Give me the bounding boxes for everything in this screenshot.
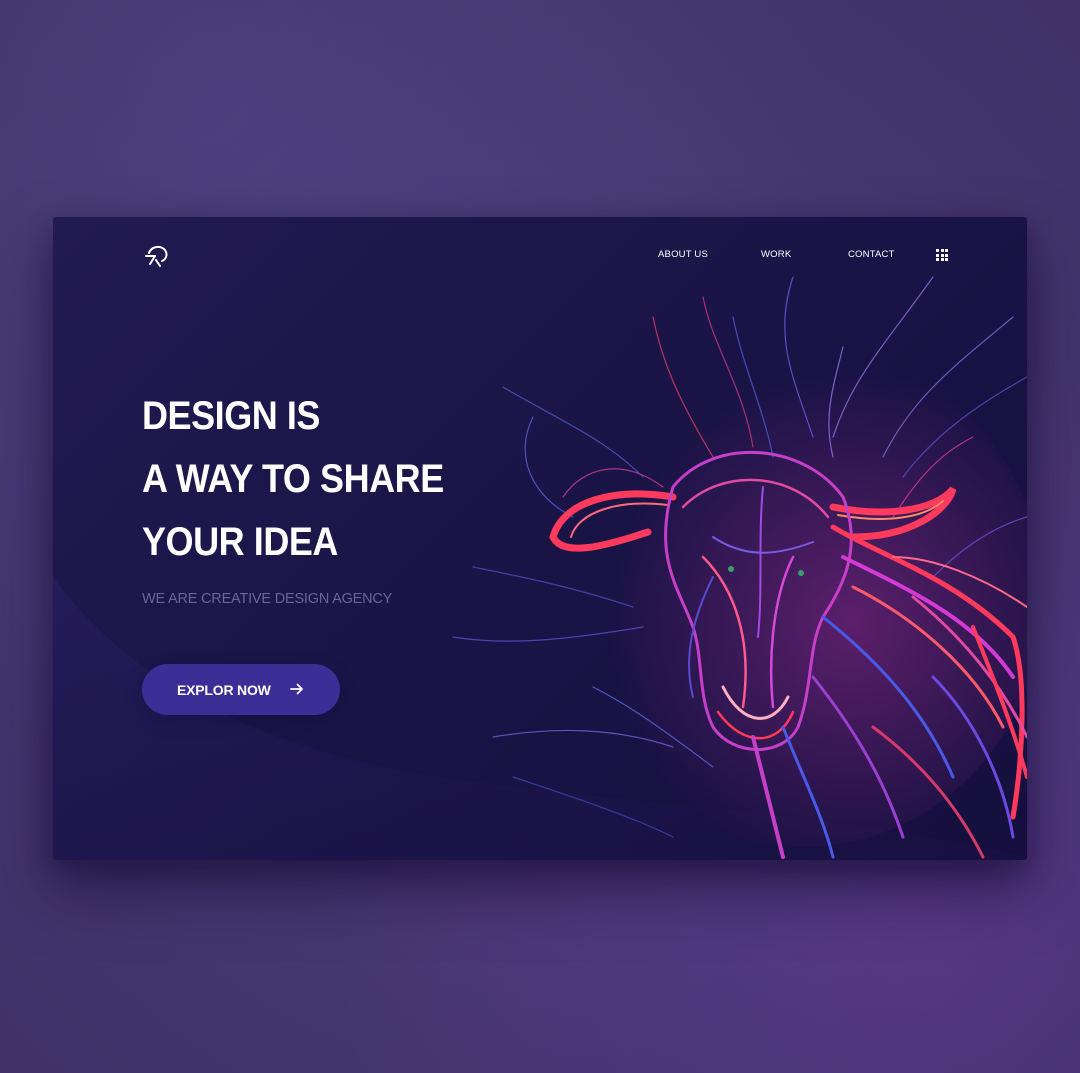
headline-line-3: YOUR IDEA	[142, 520, 338, 564]
grid-menu-icon[interactable]	[936, 249, 948, 261]
logo-mark-icon[interactable]	[141, 239, 175, 273]
landing-page-card: ABOUT US WORK CONTACT DESIGN IS A WAY TO…	[53, 217, 1027, 860]
headline-line-2: A WAY TO SHARE	[142, 457, 444, 501]
hero-headline: DESIGN IS A WAY TO SHARE YOUR IDEA	[142, 385, 444, 574]
arrow-right-icon	[290, 683, 303, 695]
nav-about-us-link[interactable]: ABOUT US	[658, 249, 708, 260]
headline-line-1: DESIGN IS	[142, 394, 320, 438]
explore-now-label: EXPLOR NOW	[177, 682, 271, 698]
nav-contact-link[interactable]: CONTACT	[848, 249, 895, 260]
hero-subtitle: WE ARE CREATIVE DESIGN AGENCY	[142, 591, 393, 607]
top-navigation: ABOUT US WORK CONTACT	[53, 245, 1027, 267]
wire-bull-artwork	[452, 276, 1027, 859]
nav-work-link[interactable]: WORK	[761, 249, 791, 260]
explore-now-button[interactable]: EXPLOR NOW	[142, 664, 340, 715]
